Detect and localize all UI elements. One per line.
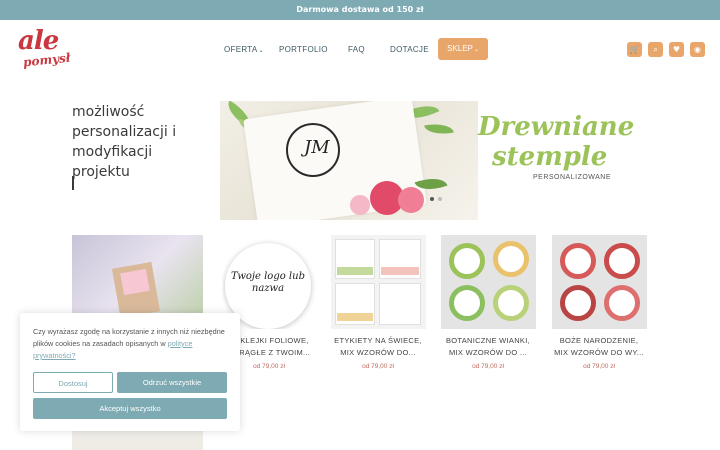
product-title-line: ETYKIETY NA ŚWIECE, <box>334 336 422 345</box>
nav-item-dotacje[interactable]: DOTACJE <box>390 40 429 60</box>
typing-caret <box>72 176 74 190</box>
nav-item-label: DOTACJE <box>390 45 429 54</box>
banner-subtitle: PERSONALIZOWANE <box>533 174 612 181</box>
product-price: od 79,00 zł <box>362 363 394 370</box>
reject-all-button[interactable]: Odrzuć wszystkie <box>117 372 227 393</box>
nav-item-label: FAQ <box>348 45 365 54</box>
product-title-line: BOTANICZNE WIANKI, <box>445 336 530 345</box>
product-title[interactable]: ETYKIETY NA ŚWIECE, MIX WZORÓW DO... <box>323 335 433 359</box>
slider-dot[interactable] <box>430 197 434 201</box>
cookie-consent-text: Czy wyrażasz zgodę na korzystanie z inny… <box>33 326 229 362</box>
banner-photo: JM <box>220 101 478 220</box>
user-icon[interactable]: ◉ <box>690 42 705 57</box>
nav-item-label: PORTFOLIO <box>279 45 328 54</box>
free-shipping-bar: Darmowa dostawa od 150 zł <box>0 0 720 20</box>
nav-item-label: OFERTA <box>224 45 258 54</box>
wreath-sticker-image <box>604 243 640 279</box>
hero-line: personalizacji i <box>72 124 177 140</box>
wreath-sticker-image <box>493 285 529 321</box>
accept-all-button[interactable]: Akceptuj wszystko <box>33 398 227 419</box>
nav-item-oferta[interactable]: OFERTA⌄ <box>224 40 264 60</box>
product-image[interactable] <box>72 429 203 450</box>
gift-card-image <box>120 268 150 296</box>
product-price: od 79,00 zł <box>583 363 615 370</box>
hero-line: projektu <box>72 164 130 180</box>
heart-icon[interactable]: ♥ <box>669 42 684 57</box>
label-card-image <box>379 283 421 325</box>
product-image[interactable] <box>552 235 647 329</box>
customize-button[interactable]: Dostosuj <box>33 372 113 393</box>
product-title-line: BOŻE NARODZENIE, <box>559 336 639 345</box>
banner-title-line2: stemple <box>492 142 608 172</box>
floral-accent <box>337 267 373 275</box>
product-image[interactable] <box>441 235 536 329</box>
wreath-sticker-image <box>560 285 596 321</box>
wreath-sticker-image <box>560 243 596 279</box>
slider-dot[interactable] <box>438 197 442 201</box>
product-price: od 79,00 zł <box>472 363 504 370</box>
product-title[interactable]: BOTANICZNE WIANKI, MIX WZORÓW DO ... <box>433 335 543 359</box>
floral-accent <box>381 267 419 275</box>
cookie-consent-dialog: Czy wyrażasz zgodę na korzystanie z inny… <box>20 313 240 431</box>
hero-line: możliwość <box>72 104 145 120</box>
nav-shop-label: SKLEP <box>447 44 473 53</box>
chevron-down-icon: ⌄ <box>473 47 479 53</box>
banner-title-line1: Drewniane <box>478 112 635 142</box>
nav-item-portfolio[interactable]: PORTFOLIO <box>279 40 328 60</box>
product-title-line: MIX WZORÓW DO WY... <box>554 348 644 357</box>
product-image[interactable] <box>331 235 426 329</box>
wreath-sticker-image <box>449 285 485 321</box>
logo[interactable]: ale pomysł <box>18 28 74 76</box>
floral-accent <box>337 313 373 321</box>
flower-decoration <box>398 187 424 213</box>
wreath-sticker-image <box>449 243 485 279</box>
chevron-down-icon: ⌄ <box>258 48 264 54</box>
wreath-sticker-image <box>604 285 640 321</box>
product-title-line: MIX WZORÓW DO ... <box>448 348 527 357</box>
flower-decoration <box>350 195 370 215</box>
product-title-line: MIX WZORÓW DO... <box>340 348 416 357</box>
wreath-sticker-image <box>493 241 529 277</box>
cart-icon[interactable]: 🛒 <box>627 42 642 57</box>
nav-item-faq[interactable]: FAQ <box>348 40 365 60</box>
leaf-decoration <box>424 120 454 138</box>
cookie-text: Czy wyrażasz zgodę na korzystanie z inny… <box>33 327 225 348</box>
product-title[interactable]: BOŻE NARODZENIE, MIX WZORÓW DO WY... <box>544 335 654 359</box>
hero-banner[interactable]: JM Drewniane stemple PERSONALIZOWANE <box>220 101 648 220</box>
sticker-sample-text: Twoje logo lub nazwa <box>231 271 305 294</box>
monogram-text: JM <box>304 137 330 158</box>
logo-line1: ale <box>18 26 59 56</box>
search-icon[interactable]: ⌕ <box>648 42 663 57</box>
hero-typing-text: możliwość personalizacji i modyfikacji p… <box>72 102 212 182</box>
nav-shop-button[interactable]: SKLEP⌄ <box>438 38 488 60</box>
hero-line: modyfikacji <box>72 144 153 160</box>
